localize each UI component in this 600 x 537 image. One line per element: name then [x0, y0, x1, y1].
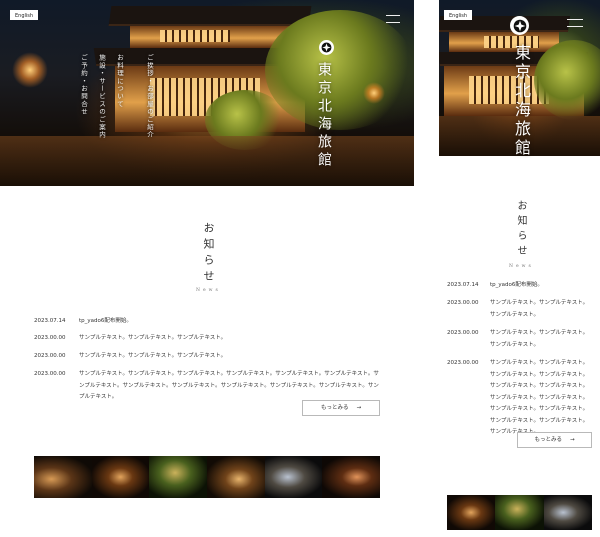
nav-greeting-rooms[interactable]: ご挨拶・お部屋のご紹介 [146, 54, 154, 139]
kamon-crest-icon [319, 40, 334, 55]
news-date: 2023.07.14 [447, 282, 479, 288]
news-subheading: News [196, 288, 221, 293]
gallery-photo [322, 456, 380, 498]
news-text: サンプルテキスト。サンプルテキスト。サンプルテキスト。 [490, 300, 589, 318]
menu-hamburger-icon-mobile[interactable] [567, 19, 583, 27]
news-date: 2023.00.00 [447, 330, 479, 336]
news-date: 2023.00.00 [447, 360, 479, 366]
more-label: もっとみる [320, 405, 349, 411]
gallery-photo [34, 456, 92, 498]
brand-logo-mobile[interactable]: 東京北海旅館 [509, 44, 533, 158]
gallery-photo [91, 456, 150, 498]
gallery-photo [495, 495, 544, 530]
language-switch-button-mobile[interactable]: English [444, 10, 473, 20]
news-item[interactable]: 2023.00.00 サンプルテキスト。サンプルテキスト。サンプルテキスト。 [34, 333, 380, 345]
news-item[interactable]: 2023.00.00 サンプルテキスト。サンプルテキスト。サンプルテキスト。 [34, 351, 380, 363]
hero-image [0, 0, 414, 186]
news-text: サンプルテキスト。サンプルテキスト。サンプルテキスト。 [490, 330, 589, 348]
news-more-button[interactable]: もっとみる → [302, 400, 380, 416]
gallery-photo [447, 495, 496, 530]
arrow-right-icon: → [569, 437, 575, 443]
news-heading: お知らせ [202, 222, 215, 286]
news-text: tp_yado6配布開始。 [490, 282, 543, 288]
news-more-button-mobile[interactable]: もっとみる → [517, 432, 592, 448]
news-text: サンプルテキスト。サンプルテキスト。サンプルテキスト。サンプルテキスト。サンプル… [79, 371, 379, 400]
gallery-photo [264, 456, 323, 498]
news-date: 2023.00.00 [34, 335, 66, 341]
brand-logo[interactable]: 東京北海旅館 [314, 62, 334, 170]
gallery-photo [149, 456, 208, 498]
news-item-mobile[interactable]: 2023.00.00 サンプルテキスト。サンプルテキスト。サンプルテキスト。サン… [447, 358, 592, 439]
photo-gallery-strip [34, 456, 380, 498]
news-date: 2023.00.00 [34, 353, 66, 359]
news-date: 2023.07.14 [34, 318, 66, 324]
news-subheading-mobile: News [509, 264, 534, 269]
kamon-crest-icon-mobile [510, 16, 529, 35]
news-heading-mobile: お知らせ [515, 200, 526, 260]
menu-hamburger-icon[interactable] [386, 15, 400, 23]
news-item-mobile[interactable]: 2023.00.00 サンプルテキスト。サンプルテキスト。サンプルテキスト。 [447, 328, 592, 351]
news-text: tp_yado6配布開始。 [79, 318, 132, 324]
news-text: サンプルテキスト。サンプルテキスト。サンプルテキスト。 [79, 353, 227, 359]
photo-gallery-strip-mobile [447, 495, 592, 530]
news-item-mobile[interactable]: 2023.00.00 サンプルテキスト。サンプルテキスト。サンプルテキスト。 [447, 298, 592, 321]
gallery-photo [543, 495, 592, 530]
more-label: もっとみる [534, 437, 562, 443]
nav-reservation[interactable]: ご予約・お問合せ [80, 54, 88, 116]
language-switch-button[interactable]: English [10, 10, 39, 20]
news-item[interactable]: 2023.00.00 サンプルテキスト。サンプルテキスト。サンプルテキスト。サン… [34, 369, 380, 404]
news-date: 2023.00.00 [34, 371, 66, 377]
gallery-photo [207, 456, 265, 498]
news-date: 2023.00.00 [447, 300, 479, 306]
news-text: サンプルテキスト。サンプルテキスト。サンプルテキスト。 [79, 335, 227, 341]
nav-cuisine[interactable]: お料理について [116, 54, 124, 108]
nav-facilities[interactable]: 施設・サービスのご案内 [98, 54, 106, 139]
news-item[interactable]: 2023.07.14 tp_yado6配布開始。 [34, 316, 380, 328]
news-text: サンプルテキスト。サンプルテキスト。サンプルテキスト。サンプルテキスト。サンプル… [490, 360, 589, 435]
news-item-mobile[interactable]: 2023.07.14 tp_yado6配布開始。 [447, 280, 592, 292]
arrow-right-icon: → [356, 405, 362, 411]
